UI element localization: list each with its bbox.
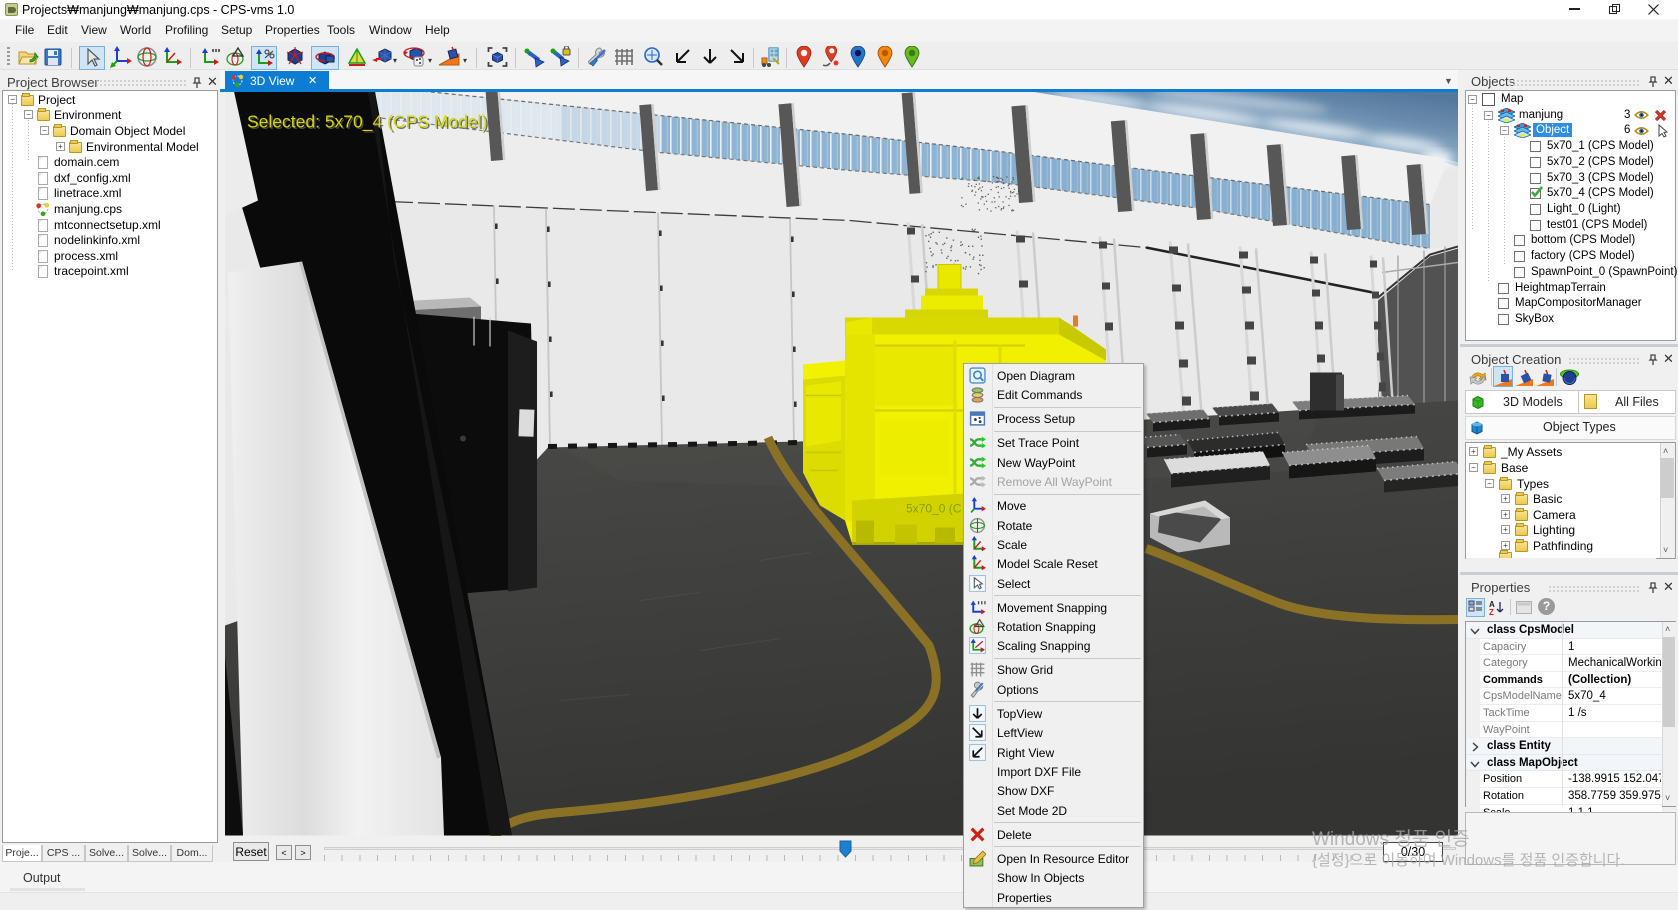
svg-text:Z: Z <box>1489 608 1494 615</box>
svg-text:5x70_0 (C: 5x70_0 (C <box>906 501 962 515</box>
svg-text:Selected: 5x70_4 (CPS Model): Selected: 5x70_4 (CPS Model) <box>247 111 487 132</box>
